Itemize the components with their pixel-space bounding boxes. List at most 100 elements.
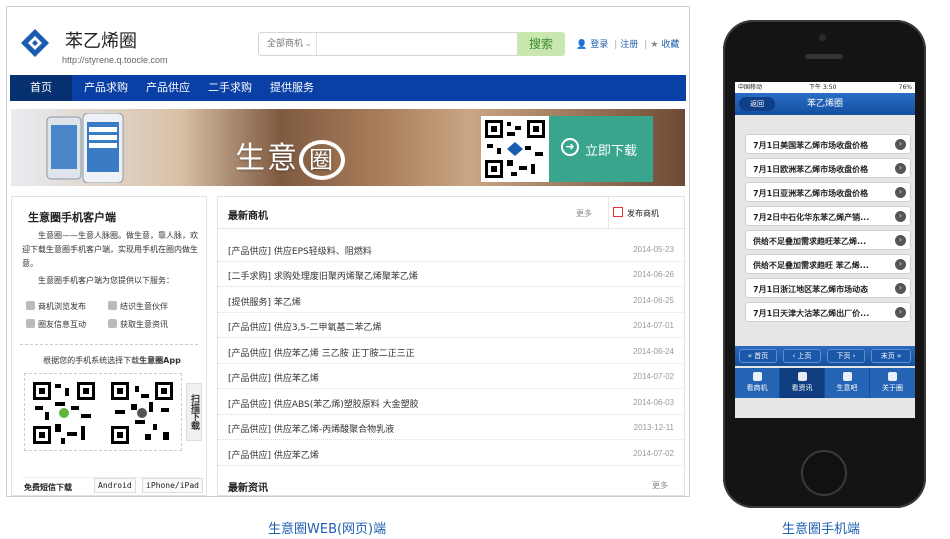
- divider: |: [644, 40, 648, 50]
- feature-item: 圈友信息互动: [26, 319, 86, 330]
- banner-title: 生意圈: [235, 133, 345, 180]
- chevron-right-icon: ›: [895, 259, 906, 270]
- list-item[interactable]: [产品供应] 供应苯乙烯 2014-07-02: [218, 441, 684, 466]
- double-right-icon: »: [896, 352, 902, 360]
- item-date: 2014-07-01: [633, 321, 674, 330]
- more-link[interactable]: 更多: [576, 208, 592, 219]
- chevron-down-icon: ⌄: [304, 39, 312, 49]
- list-item[interactable]: 供给不足叠加需求趋旺苯乙烯... ›: [745, 230, 911, 250]
- search-button[interactable]: 搜索: [517, 32, 565, 56]
- web-caption: 生意圈WEB(网页)端: [268, 522, 387, 537]
- nav-item-service[interactable]: 提供服务: [262, 75, 322, 101]
- list-item[interactable]: 7月1日亚洲苯乙烯市场收盘价格 ›: [745, 182, 911, 202]
- nav-item-home[interactable]: 首页: [10, 75, 72, 101]
- item-title: [产品供应] 供应苯乙烯-丙烯酸聚合物乳液: [228, 425, 395, 435]
- list-item[interactable]: [产品供应] 供应苯乙烯 三乙胺 正丁胺二正三正 2014-06-24: [218, 339, 684, 364]
- prev-page-button[interactable]: ‹ 上页: [783, 349, 821, 363]
- eye-icon: [752, 372, 762, 381]
- list-item[interactable]: [提供服务] 苯乙烯 2014-06-25: [218, 288, 684, 313]
- promo-banner[interactable]: 生意圈 ➜ 立即下载: [11, 109, 685, 186]
- item-title: [产品供应] 供应苯乙烯 三乙胺 正丁胺二正三正: [228, 349, 415, 359]
- double-left-icon: «: [747, 352, 753, 360]
- arrow-right-icon: ➜: [561, 138, 579, 156]
- tab-label: 看资讯: [791, 384, 813, 392]
- item-title: 7月1日天津大沽苯乙烯出厂价...: [753, 309, 870, 318]
- news-more-link[interactable]: 更多: [652, 480, 668, 491]
- qr-download-area: [24, 373, 182, 451]
- app-header: 苯乙烯圈 返回: [735, 93, 915, 115]
- chevron-right-icon: ›: [895, 283, 906, 294]
- tab-label: 生意吧: [836, 384, 858, 392]
- list-item[interactable]: [产品供应] 供应EPS轻级料、阻燃料 2014-05-23: [218, 237, 684, 262]
- item-date: 2014-06-25: [633, 296, 674, 305]
- list-item[interactable]: [二手求购] 求购处理废旧聚丙烯聚乙烯聚苯乙烯 2014-06-26: [218, 262, 684, 287]
- list-item[interactable]: 7月2日中石化华东苯乙烯产销... ›: [745, 206, 911, 226]
- nav-item-supply[interactable]: 产品供应: [138, 75, 198, 101]
- search-category-label: 全部商机: [267, 39, 304, 49]
- item-title: [产品供应] 供应苯乙烯: [228, 451, 319, 461]
- tab-android[interactable]: Android: [94, 478, 136, 493]
- search-category-select[interactable]: 全部商机 ⌄: [259, 33, 317, 55]
- item-title: 供给不足叠加需求趋旺 苯乙烯...: [753, 261, 869, 270]
- list-item[interactable]: 7月1日浙江地区苯乙烯市场动态 ›: [745, 278, 911, 298]
- tab-label: 看商机: [746, 384, 768, 392]
- list-item[interactable]: 供给不足叠加需求趋旺 苯乙烯... ›: [745, 254, 911, 274]
- tab-sms-download[interactable]: 免费短信下载: [24, 482, 72, 493]
- item-date: 2014-06-03: [633, 398, 674, 407]
- feature-item: 获取生意资讯: [108, 319, 168, 330]
- item-title: 7月1日美国苯乙烯市场收盘价格: [753, 141, 869, 150]
- item-title: 7月2日中石化华东苯乙烯产销...: [753, 213, 870, 222]
- chevron-right-icon: ›: [895, 211, 906, 222]
- feature-icon: [108, 319, 117, 328]
- speaker: [805, 54, 843, 59]
- item-date: 2014-07-02: [633, 449, 674, 458]
- pager-label: 末页: [880, 352, 895, 360]
- nav-item-secondhand[interactable]: 二手求购: [200, 75, 260, 101]
- chevron-right-icon: ›: [895, 307, 906, 318]
- banner-title-text: 生意: [235, 141, 299, 176]
- tab-news[interactable]: 看资讯: [780, 368, 825, 398]
- list-item[interactable]: [产品供应] 供应苯乙烯 2014-07-02: [218, 364, 684, 389]
- download-label: 立即下载: [585, 144, 638, 159]
- tab-iphone[interactable]: iPhone/iPad: [142, 478, 203, 493]
- list-item[interactable]: [产品供应] 供应3,5-二甲氧基二苯乙烯 2014-07-01: [218, 313, 684, 338]
- list-item[interactable]: 7月1日欧洲苯乙烯市场收盘价格 ›: [745, 158, 911, 178]
- system-prompt-text: 根据您的手机系统选择下载: [43, 356, 140, 365]
- last-page-button[interactable]: 末页 »: [871, 349, 911, 363]
- search-input[interactable]: [319, 34, 509, 54]
- item-date: 2013-12-11: [633, 423, 674, 432]
- post-opportunity-button[interactable]: 发布商机: [608, 197, 684, 229]
- bottom-tabbar: 看商机 看资讯 生意吧 关于圈: [735, 368, 915, 398]
- login-link[interactable]: 登录: [590, 40, 608, 50]
- scan-download-tab[interactable]: 扫描下载: [186, 383, 202, 441]
- user-icon: 👤: [576, 40, 588, 50]
- list-item[interactable]: [产品供应] 供应ABS(苯乙烯)塑胶原料 大金塑胶 2014-06-03: [218, 390, 684, 415]
- favorite-link[interactable]: 收藏: [661, 40, 679, 50]
- item-title: 7月1日亚洲苯乙烯市场收盘价格: [753, 189, 869, 198]
- mobile-client-panel: 生意圈手机客户端 生意圈——生意人脉圈。做生意，靠人脉，欢迎下载生意圈手机客户端…: [11, 196, 207, 496]
- list-item[interactable]: 7月1日美国苯乙烯市场收盘价格 ›: [745, 134, 911, 154]
- divider: |: [614, 40, 618, 50]
- chat-icon: [842, 372, 852, 381]
- item-title: [二手求购] 求购处理废旧聚丙烯聚乙烯聚苯乙烯: [228, 272, 418, 282]
- feature-icon: [108, 301, 117, 310]
- nav-item-buy[interactable]: 产品求购: [76, 75, 136, 101]
- post-label: 发布商机: [627, 209, 659, 218]
- list-item[interactable]: 7月1日天津大沽苯乙烯出厂价... ›: [745, 302, 911, 322]
- next-page-button[interactable]: 下页 ›: [827, 349, 865, 363]
- register-link[interactable]: 注册: [620, 40, 638, 50]
- tab-opportunities[interactable]: 看商机: [735, 368, 780, 398]
- download-now-button[interactable]: ➜ 立即下载: [549, 116, 653, 182]
- tab-business-bar[interactable]: 生意吧: [825, 368, 870, 398]
- clock: 下午 3:50: [809, 84, 837, 91]
- home-button[interactable]: [801, 450, 847, 496]
- back-button[interactable]: 返回: [739, 97, 775, 111]
- first-page-button[interactable]: « 首页: [739, 349, 777, 363]
- feature-item: 结识生意伙伴: [108, 301, 168, 312]
- tab-about[interactable]: 关于圈: [870, 368, 915, 398]
- item-title: [产品供应] 供应苯乙烯: [228, 374, 319, 384]
- site-name[interactable]: 苯乙烯圈: [65, 27, 137, 53]
- site-url: http://styrene.q.toocle.com: [62, 55, 168, 65]
- item-title: [产品供应] 供应EPS轻级料、阻燃料: [228, 247, 372, 257]
- list-item[interactable]: [产品供应] 供应苯乙烯-丙烯酸聚合物乳液 2013-12-11: [218, 415, 684, 440]
